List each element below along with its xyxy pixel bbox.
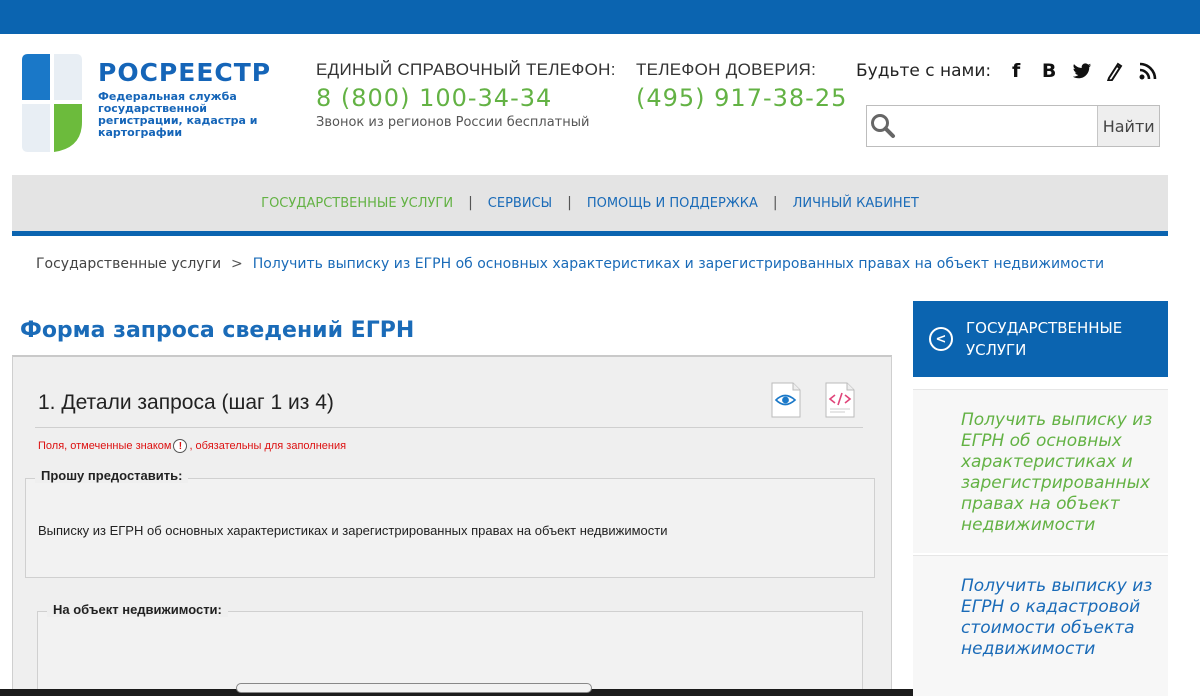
required-fields-note: Поля, отмеченные знаком ! , обязательны … — [38, 439, 346, 453]
breadcrumb-root[interactable]: Государственные услуги — [36, 256, 221, 272]
brand-subtitle: Федеральная служба государственной регис… — [98, 90, 258, 139]
required-note-before: Поля, отмеченные знаком — [38, 440, 172, 452]
main-phone-block: ЕДИНЫЙ СПРАВОЧНЫЙ ТЕЛЕФОН: 8 (800) 100-3… — [316, 60, 616, 130]
breadcrumb-separator: > — [231, 256, 243, 272]
xml-document-icon[interactable] — [823, 381, 857, 419]
required-mark-icon: ! — [173, 439, 188, 453]
sidebar-link-egrn-rights[interactable]: Получить выписку из ЕГРН об основных хар… — [913, 389, 1168, 553]
main-phone-title: ЕДИНЫЙ СПРАВОЧНЫЙ ТЕЛЕФОН: — [316, 60, 616, 79]
sidebar-link-label[interactable]: Получить выписку из ЕГРН об основных хар… — [961, 410, 1165, 536]
nav-item-public-services[interactable]: ГОСУДАРСТВЕННЫЕ УСЛУГИ — [246, 196, 468, 211]
search-button[interactable]: Найти — [1097, 106, 1159, 146]
scrollbar-thumb[interactable] — [236, 683, 592, 693]
sidebar-link-egrn-cadastral-value[interactable]: Получить выписку из ЕГРН о кадастровой с… — [913, 555, 1168, 696]
sidebar: < ГОСУДАРСТВЕННЫЕ УСЛУГИ Получить выписк… — [913, 301, 1168, 696]
edit-icon[interactable] — [1104, 60, 1126, 82]
back-circle-icon[interactable]: < — [929, 327, 953, 351]
brand-name: РОСРЕЕСТР — [98, 58, 272, 87]
search-box: Найти — [866, 105, 1160, 147]
rosreestr-logo-icon[interactable] — [16, 52, 88, 158]
twitter-icon[interactable] — [1071, 60, 1093, 82]
step-title: 1. Детали запроса (шаг 1 из 4) — [38, 391, 334, 414]
facebook-icon[interactable]: f — [1005, 60, 1027, 82]
preview-document-icon[interactable] — [769, 381, 803, 419]
trust-phone-block: ТЕЛЕФОН ДОВЕРИЯ: (495) 917-38-25 — [636, 60, 847, 112]
top-bar — [0, 0, 1200, 34]
nav-item-cabinet[interactable]: ЛИЧНЫЙ КАБИНЕТ — [778, 196, 934, 211]
page-title: Форма запроса сведений ЕГРН — [20, 318, 415, 343]
nav-underline — [12, 231, 1168, 236]
main-phone-number[interactable]: 8 (800) 100-34-34 — [316, 84, 616, 112]
nav-item-help[interactable]: ПОМОЩЬ И ПОДДЕРЖКА — [572, 196, 773, 211]
social-links: Будьте с нами: f B — [856, 60, 1170, 82]
main-nav: ГОСУДАРСТВЕННЫЕ УСЛУГИ | СЕРВИСЫ | ПОМОЩ… — [12, 175, 1168, 231]
vk-icon[interactable]: B — [1038, 60, 1060, 82]
rss-icon[interactable] — [1137, 60, 1159, 82]
step-divider — [35, 427, 863, 428]
horizontal-scrollbar[interactable] — [0, 683, 1020, 696]
sidebar-header-title: ГОСУДАРСТВЕННЫЕ УСЛУГИ — [966, 319, 1123, 359]
request-type-text: Выписку из ЕГРН об основных характеристи… — [38, 523, 668, 538]
main-phone-note: Звонок из регионов России бесплатный — [316, 115, 590, 130]
search-input[interactable] — [898, 106, 1098, 146]
breadcrumb: Государственные услуги > Получить выписку … — [36, 256, 1104, 272]
object-fieldset-legend: На объект недвижимости: — [47, 602, 228, 617]
breadcrumb-current[interactable]: Получить выписку из ЕГРН об основных хар… — [253, 256, 1104, 272]
sidebar-link-label[interactable]: Получить выписку из ЕГРН о кадастровой с… — [961, 576, 1165, 660]
nav-item-services[interactable]: СЕРВИСЫ — [473, 196, 567, 211]
sidebar-header[interactable]: < ГОСУДАРСТВЕННЫЕ УСЛУГИ — [913, 301, 1168, 377]
form-panel: 1. Детали запроса (шаг 1 из 4) Поля, отм… — [12, 355, 892, 696]
request-fieldset-legend: Прошу предоставить: — [35, 468, 189, 483]
trust-phone-number[interactable]: (495) 917-38-25 — [636, 84, 847, 112]
social-label: Будьте с нами: — [856, 61, 992, 81]
trust-phone-title: ТЕЛЕФОН ДОВЕРИЯ: — [636, 60, 817, 79]
search-icon — [867, 106, 898, 146]
required-note-after: , обязательны для заполнения — [189, 440, 347, 452]
